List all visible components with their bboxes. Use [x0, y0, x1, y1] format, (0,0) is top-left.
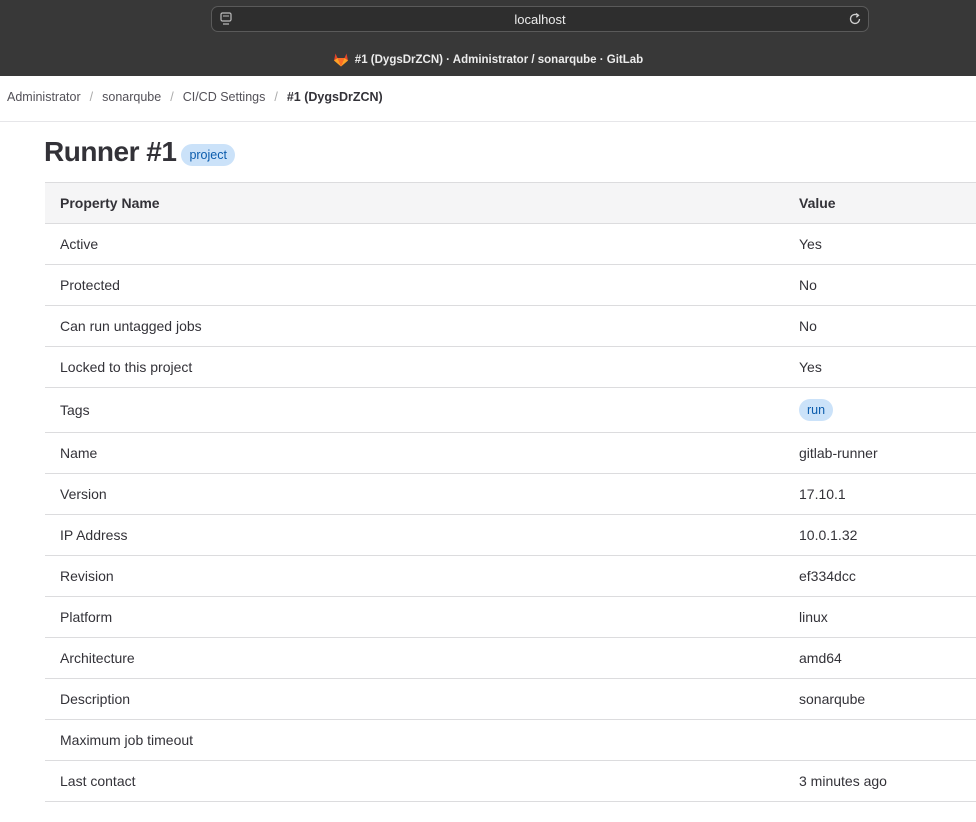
breadcrumb-item-cicd-settings[interactable]: CI/CD Settings: [183, 90, 266, 104]
header-divider: [0, 121, 976, 122]
table-row: Locked to this project Yes: [45, 346, 976, 388]
property-name: Platform: [45, 596, 784, 638]
title-row: Runner #1 project: [44, 136, 235, 168]
property-value: 10.0.1.32: [784, 514, 976, 556]
tab-title: #1 (DygsDrZCN) · Administrator / sonarqu…: [354, 53, 644, 66]
browser-chrome: localhost #1 (DygsDrZCN) · Administrator…: [0, 0, 976, 76]
gitlab-logo-icon: [333, 53, 348, 67]
property-name: Name: [45, 432, 784, 474]
column-header-property-name: Property Name: [45, 182, 784, 224]
breadcrumb-item-administrator[interactable]: Administrator: [7, 90, 81, 104]
property-name: Active: [45, 223, 784, 265]
property-name: Revision: [45, 555, 784, 597]
property-value: No: [784, 305, 976, 347]
table-row: Description sonarqube: [45, 678, 976, 720]
property-value: linux: [784, 596, 976, 638]
property-value: 17.10.1: [784, 473, 976, 515]
table-row: Name gitlab-runner: [45, 432, 976, 474]
tab[interactable]: #1 (DygsDrZCN) · Administrator / sonarqu…: [0, 52, 976, 70]
breadcrumb-separator: /: [89, 90, 94, 104]
address-bar[interactable]: localhost: [211, 6, 869, 32]
property-name: Locked to this project: [45, 346, 784, 388]
property-value: [784, 719, 976, 761]
runner-type-badge: project: [181, 144, 235, 166]
breadcrumb-item-sonarqube[interactable]: sonarqube: [102, 90, 161, 104]
property-value: run: [784, 387, 976, 433]
table-row: Can run untagged jobs No: [45, 305, 976, 347]
property-value: 3 minutes ago: [784, 760, 976, 802]
table-row: Architecture amd64: [45, 637, 976, 679]
breadcrumb: Administrator / sonarqube / CI/CD Settin…: [7, 90, 383, 104]
property-value: sonarqube: [784, 678, 976, 720]
table-row: Maximum job timeout: [45, 719, 976, 761]
tag-badge: run: [799, 399, 834, 421]
url-text: localhost: [514, 12, 566, 27]
column-header-value: Value: [784, 182, 976, 224]
property-name: Description: [45, 678, 784, 720]
breadcrumb-separator: /: [170, 90, 174, 104]
table-row: Protected No: [45, 264, 976, 306]
property-name: IP Address: [45, 514, 784, 556]
table-row: Active Yes: [45, 223, 976, 265]
property-name: Can run untagged jobs: [45, 305, 784, 347]
property-name: Protected: [45, 264, 784, 306]
table-row: Revision ef334dcc: [45, 555, 976, 597]
breadcrumb-item-current[interactable]: #1 (DygsDrZCN): [287, 90, 383, 104]
property-value: Yes: [784, 346, 976, 388]
table-row: Version 17.10.1: [45, 473, 976, 515]
table-header-row: Property Name Value: [45, 182, 976, 224]
property-name: Last contact: [45, 760, 784, 802]
property-name: Version: [45, 473, 784, 515]
property-value: ef334dcc: [784, 555, 976, 597]
table-row: Platform linux: [45, 596, 976, 638]
page-title: Runner #1: [44, 136, 177, 167]
property-value: gitlab-runner: [784, 432, 976, 474]
table-row: Last contact 3 minutes ago: [45, 760, 976, 802]
runner-properties-table: Property Name Value Active Yes Protected…: [45, 182, 976, 802]
property-value: Yes: [784, 223, 976, 265]
property-value: No: [784, 264, 976, 306]
property-name: Architecture: [45, 637, 784, 679]
table-row: Tags run: [45, 387, 976, 433]
property-name: Maximum job timeout: [45, 719, 784, 761]
table-row: IP Address 10.0.1.32: [45, 514, 976, 556]
reload-icon[interactable]: [848, 12, 862, 26]
property-name: Tags: [45, 387, 784, 433]
property-value: amd64: [784, 637, 976, 679]
breadcrumb-separator: /: [274, 90, 278, 104]
